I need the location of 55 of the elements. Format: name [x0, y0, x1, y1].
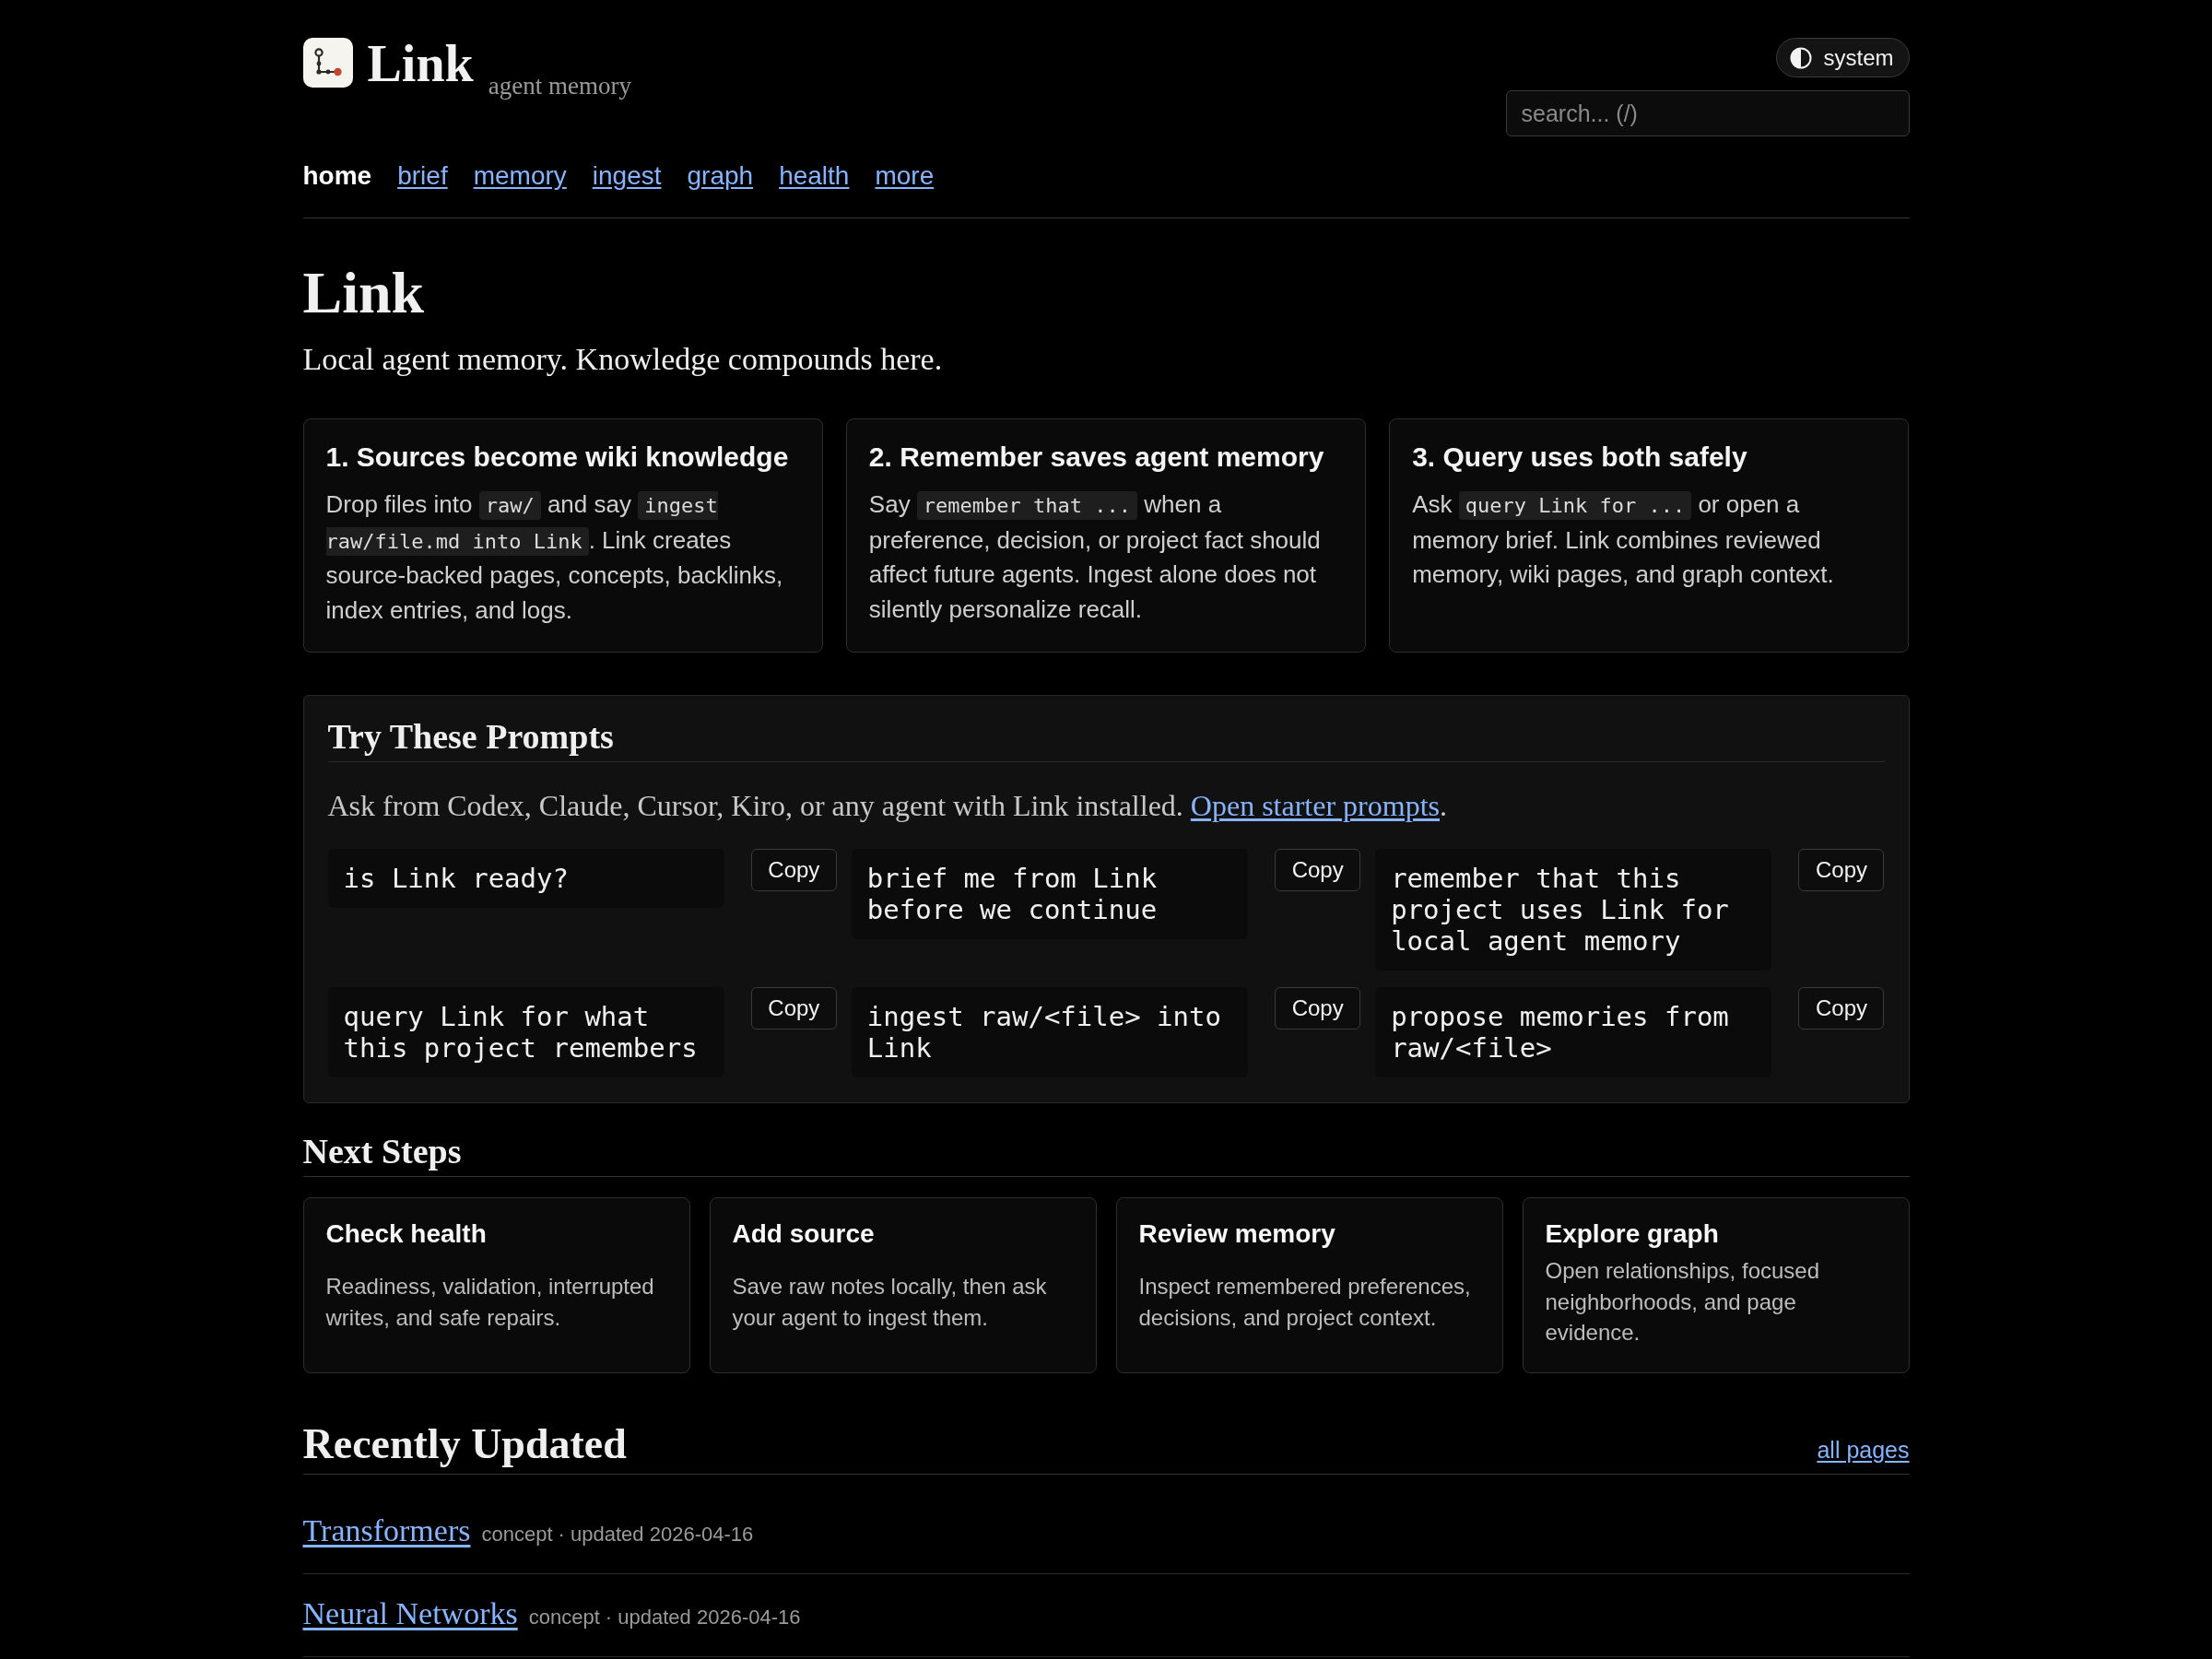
nav-link[interactable]: graph: [687, 161, 754, 191]
copy-button[interactable]: Copy: [750, 987, 837, 1030]
page-link[interactable]: Neural Networks: [302, 1594, 518, 1635]
step-card[interactable]: Check health Readiness, validation, interrupted writes, and safe repairs.: [302, 1197, 690, 1374]
prompts-description: Ask from Codex, Claude, Cursor, Kiro, or any agent with Link installed. Open starter prompts.: [327, 788, 1448, 824]
step-card[interactable]: Add source Save raw notes locally, then ask your agent to ingest them.: [709, 1197, 1097, 1374]
nav-link[interactable]: home: [302, 161, 372, 191]
card-text: Drop files into raw/ and say ingest raw/file.md into Link . Link creates source-backed pages, concepts, backlinks, index entries, and logs.: [325, 489, 784, 626]
copy-button[interactable]: Copy: [1798, 987, 1885, 1030]
starter-prompts-link[interactable]: Open starter prompts: [1190, 789, 1440, 822]
page-meta: concept · updated 2026-04-16: [481, 1522, 754, 1548]
prompt-code: ingest raw/<file> into Link: [851, 987, 1249, 1077]
brand-subtitle: agent memory: [488, 72, 631, 100]
card-text: Save raw notes locally, then ask your agent to ingest them.: [732, 1272, 1048, 1332]
card-title: 3. Query uses both safely: [1412, 441, 1748, 474]
card-title: Review memory: [1138, 1218, 1336, 1250]
prompt-code: propose memories from raw/<file>: [1375, 987, 1772, 1077]
nav-link[interactable]: more: [875, 161, 935, 191]
nav-link[interactable]: health: [779, 161, 850, 191]
card-title: 1. Sources become wiki knowledge: [325, 441, 790, 474]
page-link[interactable]: Transformers: [302, 1511, 471, 1552]
section-title: Next Steps: [302, 1133, 1910, 1177]
nav-link[interactable]: memory: [473, 161, 567, 191]
card-text: Readiness, validation, interrupted writes, and safe repairs.: [325, 1272, 655, 1332]
theme-toggle[interactable]: system: [1776, 38, 1910, 77]
contrast-icon: [1790, 46, 1813, 69]
copy-button[interactable]: Copy: [1798, 849, 1885, 891]
card-text: Say remember that ... when a preference, decision, or project fact should affect future agents. Ingest alone does not silently personalize recall.: [868, 489, 1322, 625]
card-title: Add source: [732, 1218, 876, 1250]
search-field[interactable]: search... (/): [1505, 90, 1910, 136]
step-card[interactable]: Explore graph Open relationships, focused neighborhoods, and page evidence.: [1522, 1197, 1910, 1374]
card-text: Open relationships, focused neighborhoods, and page evidence.: [1545, 1257, 1820, 1347]
brand-title: Link: [367, 38, 474, 89]
nav-link[interactable]: brief: [397, 161, 448, 191]
section-title: Recently Updated: [302, 1421, 627, 1468]
card-title: 2. Remember saves agent memory: [868, 441, 1325, 474]
page-title: Link: [302, 261, 426, 325]
copy-button[interactable]: Copy: [750, 849, 837, 891]
logo-icon: [302, 38, 353, 88]
card-text: Inspect remembered preferences, decisions, and project context.: [1138, 1272, 1472, 1332]
prompt-code: query Link for what this project remembers: [327, 987, 724, 1077]
card-title: Explore graph: [1545, 1218, 1720, 1250]
prompt-code: is Link ready?: [327, 849, 724, 908]
prompt-code: brief me from Link before we continue: [851, 849, 1249, 939]
nav-link[interactable]: ingest: [592, 161, 662, 191]
step-card[interactable]: Review memory Inspect remembered preferences, decisions, and project context.: [1115, 1197, 1503, 1374]
copy-button[interactable]: Copy: [1275, 849, 1361, 891]
copy-button[interactable]: Copy: [1275, 987, 1361, 1030]
card-title: Check health: [325, 1218, 488, 1250]
all-pages-link[interactable]: all pages: [1817, 1437, 1910, 1465]
section-title: Try These Prompts: [327, 718, 1885, 762]
card-text: Ask query Link for ... or open a memory brief. Link combines reviewed memory, wiki pages, and graph context.: [1412, 489, 1835, 590]
page-subtitle: Local agent memory. Knowledge compounds here.: [302, 341, 944, 378]
prompt-code: remember that this project uses Link for local agent memory: [1375, 849, 1772, 971]
page-meta: concept · updated 2026-04-16: [528, 1605, 801, 1631]
